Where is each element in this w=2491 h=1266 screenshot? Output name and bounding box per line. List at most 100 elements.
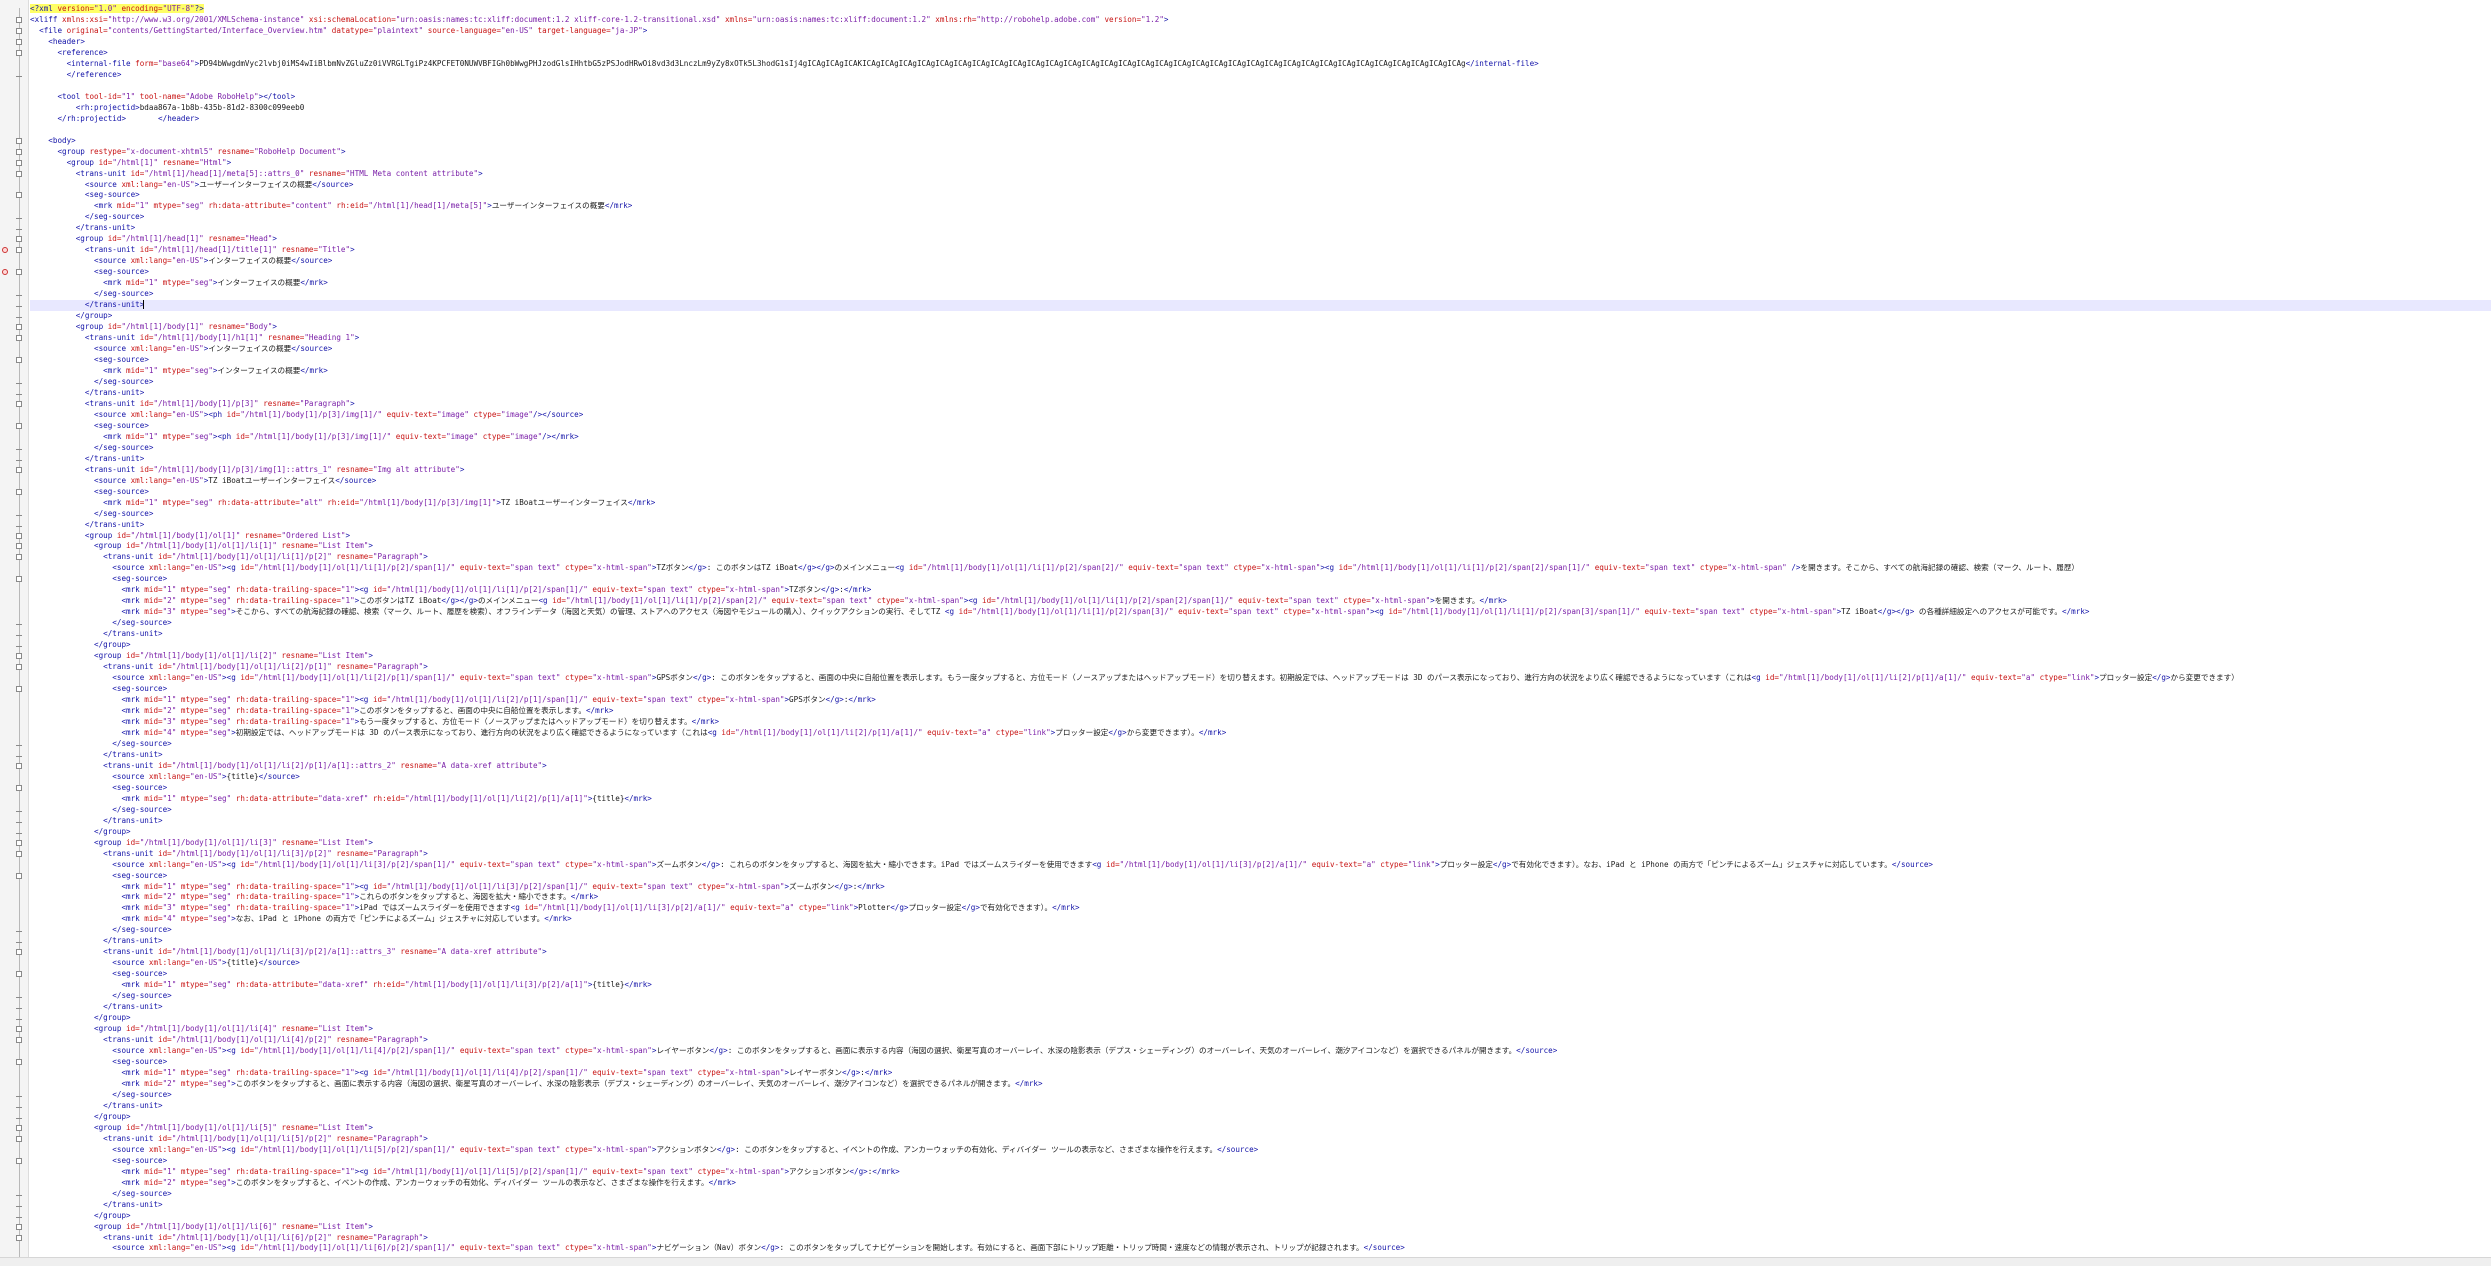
fold-toggle-icon[interactable] (16, 192, 22, 199)
fold-toggle-icon[interactable] (16, 1037, 22, 1044)
code-line[interactable]: <mrk mid="3" mtype="seg">そこから、すべての航海記録の確… (30, 607, 2491, 618)
code-line[interactable]: </seg-source> (16, 925, 2491, 936)
code-line[interactable]: <seg-source> (16, 190, 2491, 201)
code-line[interactable]: </seg-source> (16, 805, 2491, 816)
code-line[interactable]: <group restype="x-document-xhtml5" resna… (16, 147, 2491, 158)
code-line[interactable]: <source xml:lang="en-US"><g id="/html[1]… (30, 563, 2491, 574)
code-line[interactable]: <mrk mid="1" mtype="seg" rh:data-attribu… (30, 980, 2491, 991)
code-line[interactable]: </seg-source> (16, 1090, 2491, 1101)
fold-toggle-icon[interactable] (16, 400, 22, 407)
code-line[interactable]: <seg-source> (16, 1057, 2491, 1068)
fold-toggle-icon[interactable] (16, 269, 22, 276)
code-line[interactable]: <source xml:lang="en-US"><g id="/html[1]… (30, 1046, 2491, 1057)
code-line[interactable]: </trans-unit> (16, 750, 2491, 761)
code-line[interactable]: <group id="/html[1]/body[1]/ol[1]/li[5]"… (16, 1123, 2491, 1134)
code-line[interactable]: </seg-source> (16, 443, 2491, 454)
code-line[interactable]: </trans-unit> (16, 300, 2491, 312)
fold-toggle-icon[interactable] (16, 839, 22, 846)
code-line[interactable]: <seg-source> (16, 783, 2491, 794)
code-line[interactable]: <mrk mid="2" mtype="seg" rh:data-trailin… (30, 596, 2491, 607)
code-line[interactable]: </trans-unit> (16, 520, 2491, 531)
code-line[interactable]: <?xml version="1.0" encoding="UTF-8"?> (30, 4, 2491, 15)
code-line[interactable]: <group id="/html[1]/body[1]/ol[1]/li[6]"… (16, 1222, 2491, 1233)
code-line[interactable] (30, 81, 2491, 92)
code-line[interactable]: <trans-unit id="/html[1]/body[1]/ol[1]/l… (16, 849, 2491, 860)
fold-toggle-icon[interactable] (16, 1234, 22, 1241)
xml-editor[interactable]: <?xml version="1.0" encoding="UTF-8"?> <x… (0, 0, 2491, 1266)
code-line[interactable]: <seg-source> (16, 684, 2491, 695)
code-line[interactable]: <source xml:lang="en-US">{title}</source… (30, 958, 2491, 969)
code-line[interactable]: </seg-source> (16, 618, 2491, 629)
code-line[interactable]: <group id="/html[1]/body[1]/ol[1]/li[3]"… (16, 838, 2491, 849)
code-line[interactable]: <mrk mid="1" mtype="seg" rh:data-trailin… (30, 1068, 2491, 1079)
fold-toggle-icon[interactable] (16, 38, 22, 45)
code-line[interactable]: <mrk mid="1" mtype="seg">インターフェイスの概要</mr… (30, 278, 2491, 289)
fold-toggle-icon[interactable] (16, 872, 22, 879)
code-line[interactable]: <seg-source> (2, 267, 2491, 278)
code-line[interactable]: <header> (16, 37, 2491, 48)
code-line[interactable]: <group id="/html[1]/head[1]" resname="He… (16, 234, 2491, 245)
code-line[interactable]: <seg-source> (16, 969, 2491, 980)
code-line[interactable]: <trans-unit id="/html[1]/body[1]/ol[1]/l… (16, 1233, 2491, 1244)
fold-toggle-icon[interactable] (16, 148, 22, 155)
code-line[interactable]: </seg-source> (16, 1189, 2491, 1200)
code-line[interactable]: <trans-unit id="/html[1]/body[1]/p[3]" r… (16, 399, 2491, 410)
code-line[interactable]: </trans-unit> (16, 223, 2491, 234)
code-line[interactable]: <mrk mid="1" mtype="seg" rh:data-attribu… (30, 794, 2491, 805)
horizontal-scrollbar[interactable] (0, 1257, 2491, 1266)
code-line[interactable]: <mrk mid="1" mtype="seg">インターフェイスの概要</mr… (30, 366, 2491, 377)
code-line[interactable]: <seg-source> (16, 1156, 2491, 1167)
fold-toggle-icon[interactable] (16, 137, 22, 144)
code-line[interactable]: <group id="/html[1]/body[1]/ol[1]" resna… (16, 531, 2491, 542)
fold-toggle-icon[interactable] (16, 170, 22, 177)
code-line[interactable]: <source xml:lang="en-US"><g id="/html[1]… (30, 673, 2491, 684)
code-line[interactable]: </group> (16, 827, 2491, 838)
fold-toggle-icon[interactable] (16, 357, 22, 363)
fold-toggle-icon[interactable] (16, 762, 22, 769)
code-line[interactable]: <mrk mid="1" mtype="seg" rh:data-trailin… (30, 1167, 2491, 1178)
fold-toggle-icon[interactable] (16, 335, 22, 342)
code-line[interactable]: <mrk mid="2" mtype="seg" rh:data-trailin… (30, 892, 2491, 903)
code-line[interactable]: </group> (16, 1211, 2491, 1222)
code-line[interactable]: <reference> (16, 48, 2491, 59)
code-line[interactable]: </group> (16, 1013, 2491, 1024)
code-line[interactable]: <mrk mid="3" mtype="seg" rh:data-trailin… (30, 717, 2491, 728)
code-line[interactable]: <trans-unit id="/html[1]/head[1]/meta[5]… (16, 169, 2491, 180)
code-line[interactable]: <source xml:lang="en-US"><g id="/html[1]… (30, 860, 2491, 871)
code-line[interactable]: <mrk mid="2" mtype="seg">このボタンをタップすると、イベ… (30, 1178, 2491, 1189)
code-line[interactable]: <group id="/html[1]/body[1]/ol[1]/li[4]"… (16, 1024, 2491, 1035)
code-line[interactable]: </seg-source> (16, 739, 2491, 750)
fold-toggle-icon[interactable] (16, 949, 22, 956)
code-line[interactable]: <trans-unit id="/html[1]/body[1]/ol[1]/l… (16, 947, 2491, 958)
code-line[interactable]: <seg-source> (16, 871, 2491, 882)
fold-toggle-icon[interactable] (16, 1135, 22, 1142)
fold-toggle-icon[interactable] (16, 159, 22, 166)
code-line[interactable]: <source xml:lang="en-US">{title}</source… (30, 772, 2491, 783)
code-line[interactable]: <source xml:lang="en-US"><g id="/html[1]… (30, 1243, 2491, 1254)
fold-toggle-icon[interactable] (16, 653, 22, 660)
code-line[interactable]: <group id="/html[1]/body[1]/ol[1]/li[2]"… (16, 651, 2491, 662)
fold-toggle-icon[interactable] (16, 466, 22, 473)
fold-toggle-icon[interactable] (16, 576, 22, 583)
code-line[interactable]: </group> (16, 311, 2491, 322)
fold-toggle-icon[interactable] (16, 532, 22, 539)
code-line[interactable]: <mrk mid="2" mtype="seg" rh:data-trailin… (30, 706, 2491, 717)
code-line[interactable]: <trans-unit id="/html[1]/body[1]/ol[1]/l… (16, 662, 2491, 673)
code-line[interactable]: <seg-source> (16, 355, 2491, 366)
code-line[interactable]: </seg-source> (16, 377, 2491, 388)
fold-toggle-icon[interactable] (16, 1059, 22, 1065)
code-line[interactable]: <mrk mid="1" mtype="seg" rh:data-attribu… (30, 498, 2491, 509)
code-line[interactable]: <source xml:lang="en-US">インターフェイスの概要</so… (30, 256, 2491, 267)
code-line[interactable]: <source xml:lang="en-US">ユーザーインターフェイスの概要… (30, 180, 2491, 191)
fold-toggle-icon[interactable] (16, 543, 22, 550)
fold-toggle-icon[interactable] (16, 422, 22, 429)
fold-toggle-icon[interactable] (16, 27, 22, 34)
code-line[interactable]: </trans-unit> (16, 1101, 2491, 1112)
code-line[interactable] (30, 125, 2491, 136)
code-line[interactable]: <trans-unit id="/html[1]/body[1]/p[3]/im… (16, 465, 2491, 476)
code-line[interactable]: <mrk mid="4" mtype="seg">初期設定では、ヘッドアップモー… (30, 728, 2491, 739)
code-line[interactable]: <source xml:lang="en-US">TZ iBoatユーザーインタ… (30, 476, 2491, 487)
code-line[interactable]: <mrk mid="1" mtype="seg" rh:data-trailin… (30, 882, 2491, 893)
code-line[interactable]: </trans-unit> (16, 816, 2491, 827)
code-line[interactable]: <mrk mid="4" mtype="seg">なお、iPad と iPhon… (30, 914, 2491, 925)
